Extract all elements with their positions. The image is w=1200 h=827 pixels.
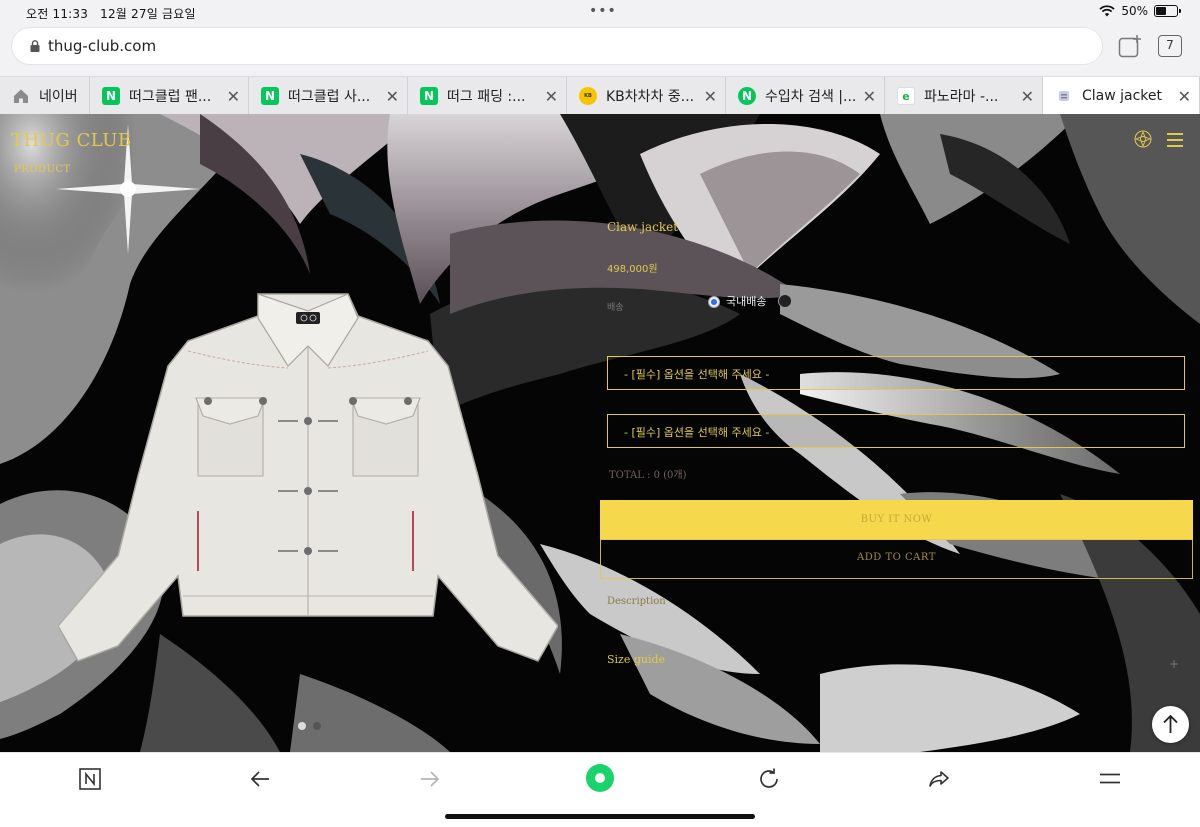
tab-label: 네이버	[39, 89, 78, 105]
kb-icon: KB	[579, 87, 597, 105]
tab-thug-padding[interactable]: N 떠그 패딩 :... ✕	[408, 77, 567, 115]
menu-icon[interactable]	[1098, 767, 1122, 791]
size-guide-expand-icon[interactable]: +	[1169, 657, 1179, 671]
browser-toolbar	[0, 752, 1200, 827]
url-field[interactable]: thug-club.com	[12, 28, 1102, 64]
battery-percent: 50%	[1121, 4, 1148, 18]
close-icon[interactable]: ✕	[386, 87, 399, 106]
carousel-dot-active[interactable]	[298, 722, 306, 730]
lock-icon	[30, 40, 40, 52]
shipping-radio-other[interactable]	[778, 294, 792, 308]
naver-icon: N	[420, 87, 438, 105]
tab-thugclub-fan[interactable]: N 떠그클럽 팬... ✕	[90, 77, 249, 115]
url-text: thug-club.com	[48, 37, 157, 55]
site-logo[interactable]: THUG CLUB	[11, 130, 132, 151]
close-icon[interactable]: ✕	[227, 87, 240, 106]
tab-label: 파노라마 -...	[924, 89, 999, 105]
naver-icon: N	[738, 87, 756, 105]
naver-home-icon[interactable]	[78, 767, 102, 791]
product-image[interactable]	[58, 286, 558, 666]
tab-label: 수입차 검색 |...	[765, 89, 857, 105]
forward-arrow-icon[interactable]	[418, 767, 442, 791]
naver-icon: N	[261, 87, 279, 105]
close-icon[interactable]: ✕	[545, 87, 558, 106]
green-dot-icon[interactable]	[585, 763, 615, 793]
option-select-1[interactable]: - [필수] 옵션을 선택해 주세요 -	[607, 356, 1185, 390]
shipping-option-label: 국내배송	[726, 295, 767, 308]
tab-label: 떠그클럽 팬...	[129, 89, 212, 105]
description-toggle[interactable]: Description	[607, 596, 666, 607]
tab-import-car[interactable]: N 수입차 검색 |... ✕	[726, 77, 885, 115]
page-icon	[1059, 91, 1069, 101]
hamburger-menu-icon[interactable]	[1167, 133, 1183, 147]
tab-bar: 네이버 N 떠그클럽 팬... ✕ N 떠그클럽 사... ✕ N 떠그 패딩 …	[0, 76, 1200, 115]
add-to-cart-button[interactable]: ADD TO CART	[600, 539, 1193, 579]
close-icon[interactable]: ✕	[863, 87, 876, 106]
shipping-label: 배송	[607, 303, 624, 313]
scroll-to-top-button[interactable]	[1152, 706, 1189, 743]
nav-product-link[interactable]: PRODUCT	[14, 164, 71, 175]
address-bar-row: thug-club.com 7	[0, 24, 1200, 76]
reload-icon[interactable]	[757, 767, 781, 791]
buy-now-button[interactable]: BUY IT NOW	[600, 500, 1193, 540]
wifi-icon	[1099, 5, 1115, 17]
carousel-dot[interactable]	[313, 722, 321, 730]
panorama-icon: e	[897, 87, 915, 105]
close-icon[interactable]: ✕	[1021, 87, 1034, 106]
status-time: 오전 11:33 12월 27일 금요일	[26, 7, 196, 21]
battery-icon	[1154, 5, 1181, 17]
tab-claw-jacket[interactable]: Claw jacket ✕	[1043, 77, 1200, 115]
total-price: TOTAL : 0 (0개)	[609, 470, 687, 481]
new-tab-icon[interactable]	[1118, 34, 1142, 58]
naver-icon: N	[102, 87, 120, 105]
tab-count-button[interactable]: 7	[1158, 35, 1182, 57]
share-icon[interactable]	[927, 767, 951, 791]
tab-panorama[interactable]: e 파노라마 -... ✕	[885, 77, 1043, 115]
product-name: Claw jacket	[607, 220, 679, 234]
option-select-2[interactable]: - [필수] 옵션을 선택해 주세요 -	[607, 414, 1185, 448]
tab-label: Claw jacket	[1082, 88, 1163, 104]
product-price: 498,000원	[607, 264, 658, 275]
size-guide-toggle[interactable]: Size guide	[607, 653, 665, 666]
tab-label: KB차차차 중...	[606, 89, 695, 105]
tab-naver[interactable]: 네이버	[0, 77, 90, 115]
status-bar: 오전 11:33 12월 27일 금요일 ••• 50%	[0, 0, 1200, 24]
tab-kbchachacha[interactable]: KB KB차차차 중... ✕	[567, 77, 726, 115]
home-icon	[14, 89, 28, 103]
web-page: THUG CLUB PRODUCT Claw jacket 498,000원 배…	[0, 114, 1200, 752]
close-icon[interactable]: ✕	[704, 87, 717, 106]
tab-thugclub-buy[interactable]: N 떠그클럽 사... ✕	[249, 77, 408, 115]
tab-label: 떠그 패딩 :...	[447, 89, 526, 105]
shipping-radio-domestic[interactable]	[708, 296, 720, 308]
tab-label: 떠그클럽 사...	[288, 89, 371, 105]
multitask-dots-icon[interactable]: •••	[589, 3, 617, 19]
back-arrow-icon[interactable]	[248, 767, 272, 791]
emblem-icon[interactable]	[1134, 130, 1152, 148]
close-icon[interactable]: ✕	[1178, 87, 1191, 106]
home-indicator	[445, 814, 755, 819]
